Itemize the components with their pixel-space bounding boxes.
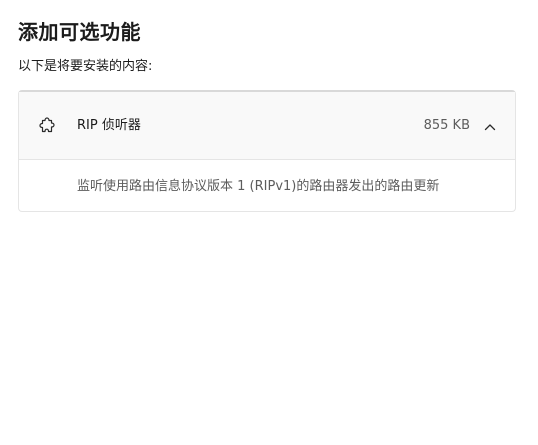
page-subtitle: 以下是将要安装的内容:: [18, 59, 153, 74]
feature-description: 监听使用路由信息协议版本 1 (RIPv1)的路由器发出的路由更新: [77, 179, 440, 194]
feature-name: RIP 侦听器: [77, 118, 141, 133]
chevron-up-icon[interactable]: [483, 119, 497, 133]
feature-card: RIP 侦听器 855 KB 监听使用路由信息协议版本 1 (RIPv1)的路由…: [18, 90, 516, 212]
add-optional-features-page: 添加可选功能 以下是将要安装的内容: RIP 侦听器 855 KB 监听使用路由…: [0, 0, 538, 445]
feature-size: 855 KB: [423, 118, 470, 133]
feature-card-header[interactable]: RIP 侦听器 855 KB: [19, 92, 515, 160]
page-title: 添加可选功能: [18, 20, 141, 44]
puzzle-piece-icon: [37, 116, 57, 136]
